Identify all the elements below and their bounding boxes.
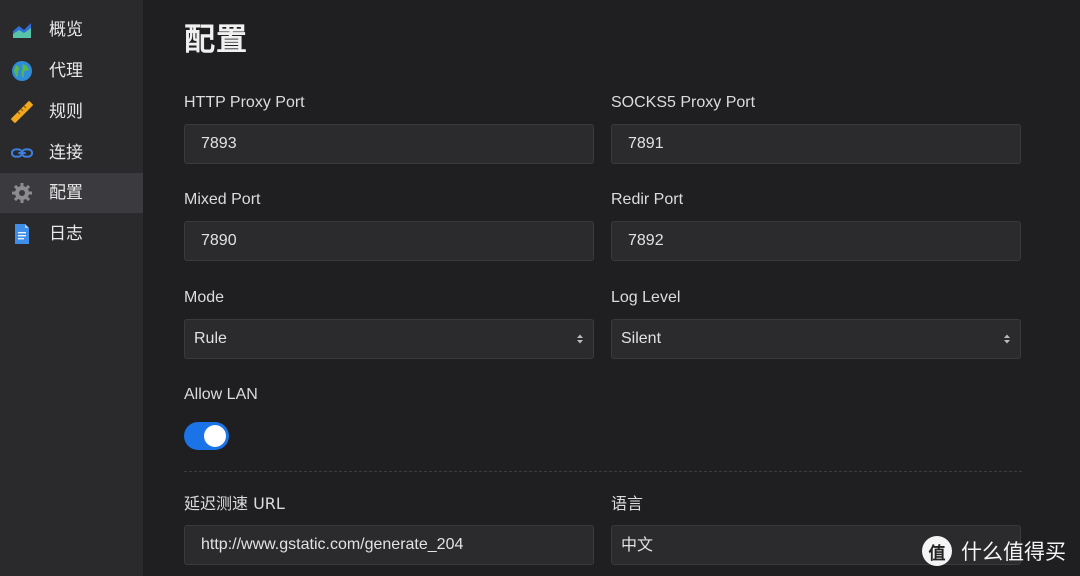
allow-lan-label: Allow LAN [184,386,258,403]
latency-test-url-input[interactable] [184,525,594,565]
sidebar-item-rules[interactable]: 规则 [0,92,143,132]
log-level-label: Log Level [611,289,681,306]
watermark-text: 什么值得买 [961,540,1066,564]
log-level-select[interactable]: Silent [611,319,1021,359]
sidebar-item-proxy[interactable]: 代理 [0,51,143,91]
select-arrows-icon [1004,334,1010,344]
watermark-logo: 值 [922,536,952,566]
language-select-value: 中文 [621,535,654,554]
globe-icon [11,60,33,82]
mixed-port-input[interactable] [184,221,594,261]
sidebar-item-label: 连接 [49,143,83,163]
sidebar-item-logs[interactable]: 日志 [0,214,143,254]
sidebar: 概览 代理 规则 连接 配置 日志 [0,0,143,576]
sidebar-item-connections[interactable]: 连接 [0,133,143,173]
toggle-knob [204,425,226,447]
mixed-port-label: Mixed Port [184,191,261,208]
latency-test-url-label: 延迟测速 URL [184,494,285,513]
allow-lan-toggle[interactable] [184,422,229,450]
link-icon [11,142,33,164]
sidebar-item-config[interactable]: 配置 [0,173,143,213]
select-arrows-icon [577,334,583,344]
http-proxy-port-input[interactable] [184,124,594,164]
page-title: 配置 [184,22,248,58]
sidebar-item-overview[interactable]: 概览 [0,10,143,50]
socks5-proxy-port-label: SOCKS5 Proxy Port [611,94,756,111]
language-label: 语言 [611,494,644,513]
sidebar-item-label: 概览 [49,20,83,40]
section-divider [184,471,1022,472]
http-proxy-port-label: HTTP Proxy Port [184,94,305,111]
sidebar-item-label: 配置 [49,183,83,203]
gear-icon [11,182,33,204]
main-content: 配置 HTTP Proxy Port SOCKS5 Proxy Port Mix… [143,0,1080,576]
ruler-icon [11,101,33,123]
sidebar-item-label: 规则 [49,102,83,122]
log-level-select-value: Silent [621,330,662,347]
document-icon [11,223,33,245]
chart-area-icon [11,19,33,41]
mode-select[interactable]: Rule [184,319,594,359]
mode-select-value: Rule [194,330,227,347]
sidebar-item-label: 代理 [49,61,83,81]
sidebar-item-label: 日志 [49,224,83,244]
socks5-proxy-port-input[interactable] [611,124,1021,164]
redir-port-input[interactable] [611,221,1021,261]
redir-port-label: Redir Port [611,191,684,208]
mode-label: Mode [184,289,225,306]
watermark: 值 什么值得买 [922,536,1066,566]
